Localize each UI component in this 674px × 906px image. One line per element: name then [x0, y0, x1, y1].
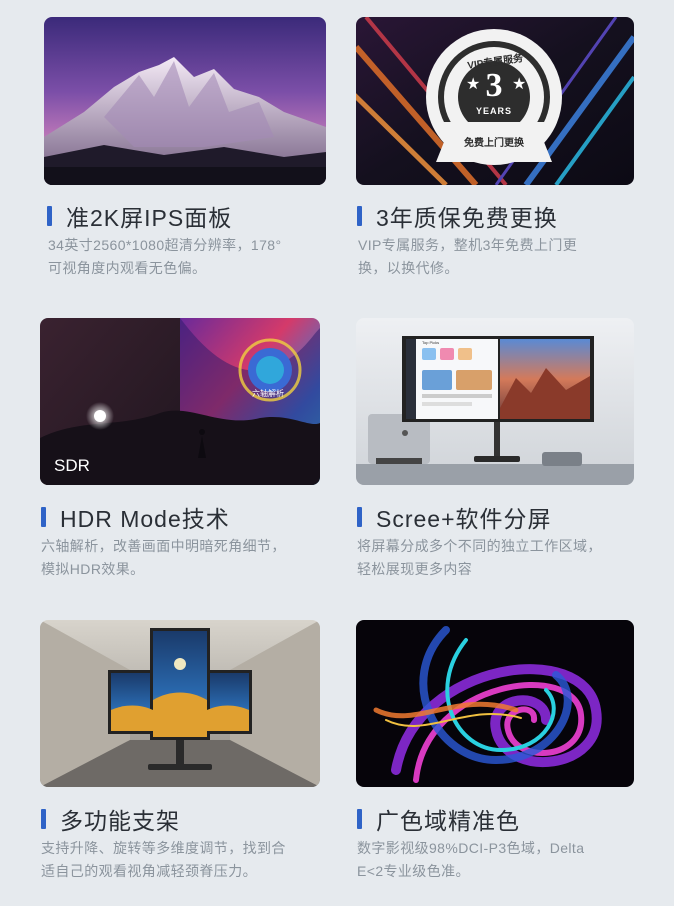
- feature-title: 3年质保免费更换: [357, 199, 558, 233]
- badge-bottom-text: 免费上门更换: [464, 138, 524, 149]
- desc-line: 可视角度内观看无色偏。: [48, 260, 207, 276]
- feature-description: 将屏幕分成多个不同的独立工作区域， 轻松展现更多内容: [357, 535, 602, 581]
- desc-line: 换，以换代修。: [358, 260, 459, 276]
- desc-line: 34英寸2560*1080超清分辨率，178°: [48, 237, 282, 253]
- color-swirl-image: [356, 620, 634, 787]
- mountain-image: [44, 17, 326, 185]
- feature-title: 广色域精准色: [357, 802, 520, 836]
- desc-line: 将屏幕分成多个不同的独立工作区域，: [357, 538, 602, 554]
- feature-title: 准2K屏IPS面板: [47, 199, 232, 233]
- feature-description: 六轴解析，改善画面中明暗死角细节， 模拟HDR效果。: [41, 535, 286, 581]
- desc-line: E<2专业级色准。: [357, 863, 470, 879]
- accent-bar: [47, 206, 52, 226]
- badge-unit: YEARS: [475, 106, 512, 116]
- feature-title-text: Scree+软件分屏: [376, 506, 552, 532]
- accent-bar: [357, 206, 362, 226]
- six-axis-logo-text: 六轴解析: [252, 389, 284, 398]
- feature-description: VIP专属服务，整机3年免费上门更 换，以换代修。: [358, 234, 577, 280]
- feature-title: Scree+软件分屏: [357, 500, 552, 534]
- desc-line: 支持升降、旋转等多维度调节，找到合: [41, 840, 286, 856]
- desc-line: VIP专属服务，整机3年免费上门更: [358, 237, 578, 253]
- badge-number: 3: [485, 67, 503, 104]
- hdr-comparison-image: SDR 六轴解析: [40, 318, 320, 485]
- accent-bar: [357, 809, 362, 829]
- feature-description: 数字影视级98%DCI-P3色域，Delta E<2专业级色准。: [357, 837, 584, 883]
- svg-text:★: ★: [512, 76, 526, 93]
- feature-description: 支持升降、旋转等多维度调节，找到合 适自己的观看视角减轻颈脊压力。: [41, 837, 286, 883]
- accent-bar: [41, 507, 46, 527]
- accent-bar: [41, 809, 46, 829]
- desc-line: 适自己的观看视角减轻颈脊压力。: [41, 863, 257, 879]
- feature-title-text: 多功能支架: [60, 808, 180, 834]
- feature-title-text: HDR Mode技术: [60, 506, 230, 532]
- multi-function-stand-image: [40, 620, 320, 787]
- feature-title-text: 广色域精准色: [376, 808, 520, 834]
- desc-line: 轻松展现更多内容: [357, 561, 473, 577]
- accent-bar: [357, 507, 362, 527]
- screen-app-label: Top Picks: [422, 340, 440, 345]
- monitor-split-screen-image: Top Picks: [356, 318, 634, 485]
- desc-line: 数字影视级98%DCI-P3色域，Delta: [357, 840, 585, 856]
- feature-title: HDR Mode技术: [41, 500, 230, 534]
- feature-description: 34英寸2560*1080超清分辨率，178° 可视角度内观看无色偏。: [48, 234, 281, 280]
- feature-title-text: 3年质保免费更换: [376, 205, 558, 231]
- desc-line: 模拟HDR效果。: [41, 561, 145, 577]
- feature-title-text: 准2K屏IPS面板: [66, 205, 233, 231]
- desc-line: 六轴解析，改善画面中明暗死角细节，: [41, 538, 286, 554]
- feature-title: 多功能支架: [41, 802, 180, 836]
- sdr-label: SDR: [54, 456, 90, 475]
- warranty-badge-image: ★ ★ VIP专属服务 3 YEARS 免费上门更换: [356, 17, 634, 185]
